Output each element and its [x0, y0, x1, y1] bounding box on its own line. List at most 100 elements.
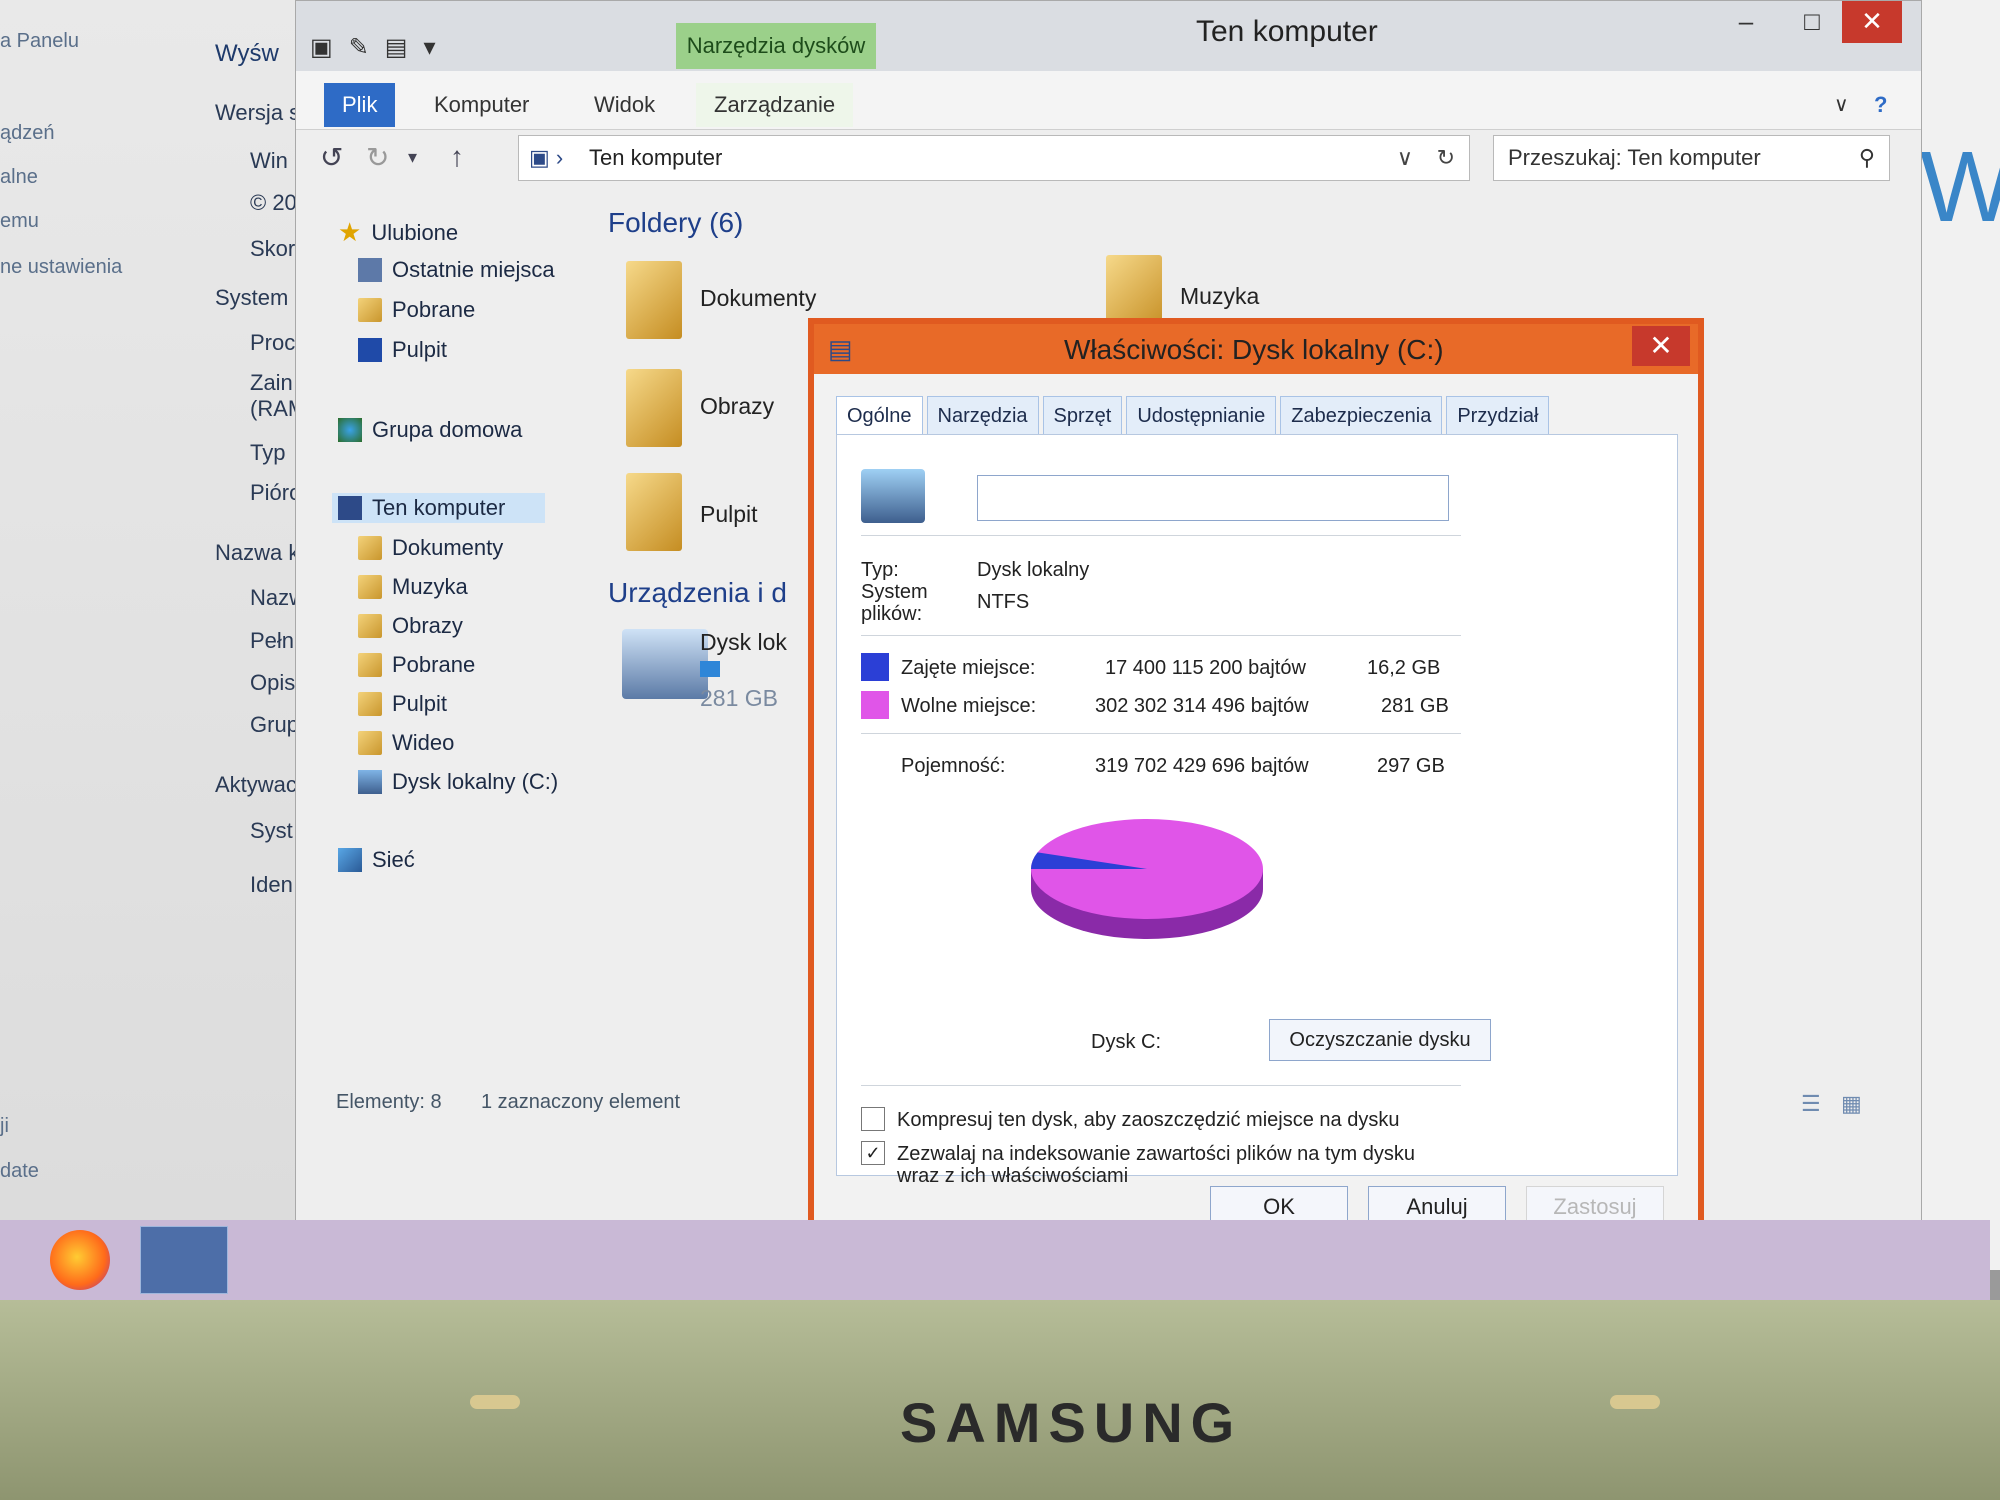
used-gb: 16,2 GB: [1367, 657, 1441, 679]
folder-documents[interactable]: Dokumenty: [700, 285, 816, 312]
taskbar: [0, 1220, 1990, 1300]
tab-view[interactable]: Widok: [576, 83, 673, 127]
bg-link[interactable]: Skor: [250, 236, 295, 262]
bg-text: System: [215, 285, 289, 310]
tab-sharing[interactable]: Udostępnianie: [1126, 396, 1277, 436]
tab-security[interactable]: Zabezpieczenia: [1280, 396, 1443, 436]
tab-file[interactable]: Plik: [324, 83, 396, 127]
window-title: Ten komputer: [1196, 15, 1378, 48]
device-name[interactable]: Dysk lok: [700, 629, 787, 656]
bg-link[interactable]: alne: [0, 166, 38, 189]
bg-link[interactable]: ądzeń: [0, 122, 55, 145]
firefox-icon[interactable]: [50, 1230, 110, 1290]
type-label: Typ:: [861, 559, 899, 581]
folders-group-header[interactable]: Foldery (6): [608, 207, 743, 239]
bezel-led: [1610, 1395, 1660, 1409]
devices-group-header[interactable]: Urządzenia i d: [608, 577, 787, 609]
nav-desktop-pc[interactable]: Pulpit: [358, 691, 447, 717]
divider: [861, 635, 1461, 636]
dropdown-icon[interactable]: ▾: [423, 33, 435, 62]
drive-icon[interactable]: [622, 629, 708, 699]
nav-label: Wideo: [392, 730, 455, 755]
index-label-continued: wraz z ich właściwościami: [897, 1165, 1129, 1187]
tab-manage[interactable]: Zarządzanie: [696, 83, 854, 127]
free-bytes: 302 302 314 496 bajtów: [1095, 695, 1309, 717]
details-view-icon[interactable]: ☰: [1801, 1091, 1821, 1117]
minimize-button[interactable]: –: [1716, 1, 1776, 43]
bg-text: Pełn: [250, 628, 295, 653]
compress-checkbox[interactable]: [861, 1107, 885, 1131]
tab-quota[interactable]: Przydział: [1446, 396, 1550, 436]
back-icon[interactable]: ↺: [320, 141, 343, 174]
nav-homegroup[interactable]: Grupa domowa: [338, 417, 522, 443]
bg-text: © 20: [250, 190, 297, 215]
breadcrumb[interactable]: Ten komputer: [589, 136, 722, 180]
properties-icon[interactable]: ✎: [349, 33, 369, 62]
star-icon: ★: [338, 217, 362, 247]
tab-computer[interactable]: Komputer: [416, 83, 547, 127]
nav-music[interactable]: Muzyka: [358, 574, 468, 600]
bg-text: Opis: [250, 670, 296, 695]
forward-icon[interactable]: ↻: [366, 141, 389, 174]
homegroup-icon: [338, 418, 362, 442]
tab-general[interactable]: Ogólne: [836, 396, 923, 436]
folder-pictures[interactable]: Obrazy: [700, 393, 774, 420]
search-icon[interactable]: ⚲: [1859, 136, 1875, 180]
help-icon[interactable]: ?: [1856, 83, 1905, 127]
tab-hardware[interactable]: Sprzęt: [1042, 396, 1123, 436]
nav-desktop[interactable]: Pulpit: [358, 337, 447, 363]
bg-text: Grup: [250, 712, 299, 737]
free-label: Wolne miejsce:: [901, 695, 1037, 717]
nav-favorites[interactable]: ★ Ulubione: [338, 217, 458, 248]
nav-network[interactable]: Sieć: [338, 847, 415, 873]
explorer-taskbar-icon[interactable]: [140, 1226, 228, 1294]
search-input[interactable]: Przeszukaj: Ten komputer ⚲: [1493, 135, 1890, 181]
drive-name-field[interactable]: [977, 475, 1449, 521]
laptop-bezel: SAMSUNG: [0, 1300, 2000, 1500]
close-button[interactable]: ✕: [1842, 1, 1902, 43]
nav-downloads-pc[interactable]: Pobrane: [358, 652, 475, 678]
address-dropdown-icon[interactable]: ∨: [1397, 136, 1413, 180]
nav-videos[interactable]: Wideo: [358, 730, 454, 756]
nav-this-pc[interactable]: Ten komputer: [332, 493, 546, 523]
nav-recent-places[interactable]: Ostatnie miejsca: [358, 257, 555, 283]
free-space-swatch: [861, 691, 889, 719]
bg-text: Win: [250, 148, 288, 173]
desktop-folder-icon[interactable]: [626, 473, 682, 551]
title-bar[interactable]: ▣ ✎ ▤ ▾ Narzędzia dysków Ten komputer – …: [296, 1, 1921, 71]
tab-tools[interactable]: Narzędzia: [926, 396, 1039, 436]
folder-desktop[interactable]: Pulpit: [700, 501, 758, 528]
folder-music[interactable]: Muzyka: [1180, 283, 1259, 310]
refresh-icon[interactable]: ↻: [1437, 136, 1455, 180]
up-icon[interactable]: ↑: [450, 141, 464, 173]
nav-pictures[interactable]: Obrazy: [358, 613, 463, 639]
new-folder-icon[interactable]: ▤: [385, 33, 408, 62]
dialog-title: Właściwości: Dysk lokalny (C:): [1064, 334, 1444, 365]
bg-link[interactable]: emu: [0, 210, 39, 233]
nav-label: Pobrane: [392, 297, 476, 322]
bg-text: Pióro: [250, 480, 302, 505]
dialog-close-button[interactable]: ✕: [1632, 326, 1690, 366]
computer-icon[interactable]: ▣: [310, 33, 333, 62]
nav-downloads[interactable]: Pobrane: [358, 297, 475, 323]
index-checkbox[interactable]: ✓: [861, 1141, 885, 1165]
recent-locations-icon[interactable]: ▾: [408, 147, 417, 168]
fs-value: NTFS: [977, 591, 1030, 613]
address-bar[interactable]: ▣ › Ten komputer ∨ ↻: [518, 135, 1470, 181]
dialog-title-bar[interactable]: ▤ Właściwości: Dysk lokalny (C:) ✕: [814, 324, 1698, 374]
pictures-folder-icon[interactable]: [626, 369, 682, 447]
tiles-view-icon[interactable]: ▦: [1841, 1091, 1862, 1117]
type-value: Dysk lokalny: [977, 559, 1090, 581]
documents-folder-icon[interactable]: [626, 261, 682, 339]
bg-link[interactable]: a Panelu: [0, 30, 79, 53]
bg-link[interactable]: date: [0, 1160, 39, 1183]
nav-label: Grupa domowa: [372, 417, 523, 442]
disk-cleanup-button[interactable]: Oczyszczanie dysku: [1269, 1019, 1491, 1061]
nav-documents[interactable]: Dokumenty: [358, 535, 503, 561]
properties-dialog: ▤ Właściwości: Dysk lokalny (C:) ✕ Ogóln…: [808, 318, 1704, 1238]
maximize-button[interactable]: □: [1782, 1, 1842, 43]
bg-link[interactable]: ne ustawienia: [0, 256, 122, 279]
bg-link[interactable]: ji: [0, 1115, 9, 1138]
search-placeholder: Przeszukaj: Ten komputer: [1508, 145, 1761, 170]
nav-local-disk[interactable]: Dysk lokalny (C:): [358, 769, 558, 795]
